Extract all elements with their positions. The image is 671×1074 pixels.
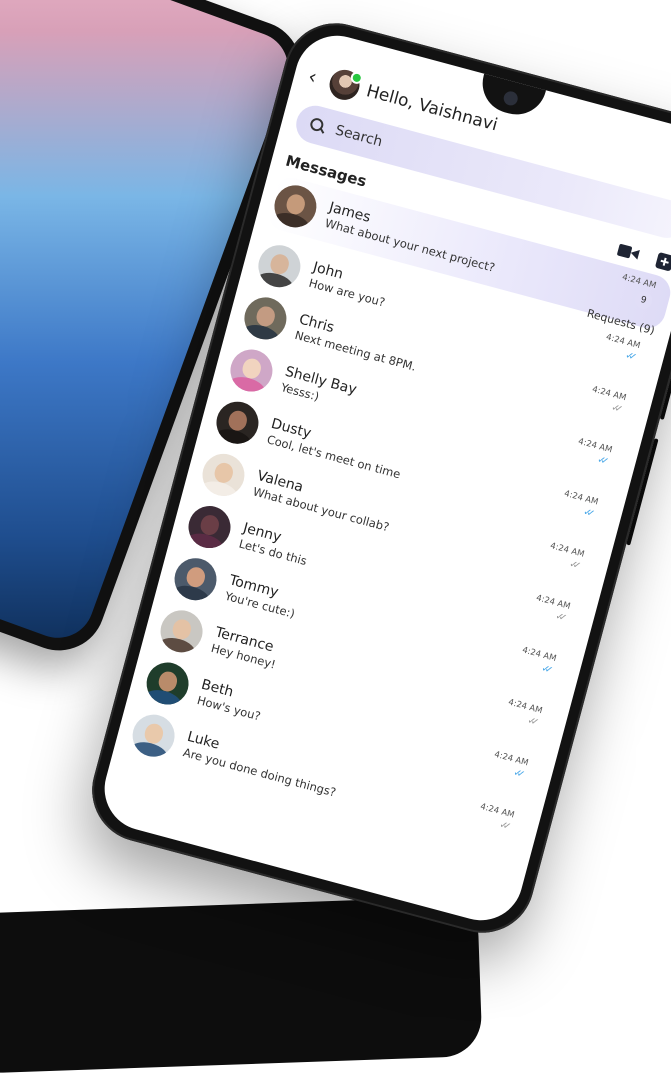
contact-avatar[interactable] bbox=[183, 501, 236, 553]
contact-avatar[interactable] bbox=[127, 709, 180, 762]
contact-avatar[interactable] bbox=[197, 449, 250, 501]
contact-avatar[interactable] bbox=[141, 657, 194, 710]
avatar-body bbox=[253, 269, 296, 292]
avatar-body bbox=[169, 582, 212, 605]
message-time: 4:24 AM bbox=[590, 384, 628, 404]
message-time: 4:24 AM bbox=[493, 749, 530, 769]
search-icon bbox=[309, 117, 326, 134]
contact-avatar[interactable] bbox=[239, 292, 292, 345]
contact-avatar[interactable] bbox=[211, 396, 264, 449]
avatar-body bbox=[211, 425, 254, 449]
online-indicator bbox=[349, 70, 365, 86]
add-square-icon[interactable] bbox=[654, 252, 671, 272]
avatar-body bbox=[155, 634, 198, 658]
avatar-body bbox=[127, 738, 170, 762]
contact-avatar[interactable] bbox=[169, 553, 222, 605]
message-time: 4:24 AM bbox=[548, 541, 586, 560]
avatar-body bbox=[141, 686, 184, 710]
message-time: 4:24 AM bbox=[604, 332, 642, 352]
contact-avatar[interactable] bbox=[225, 344, 278, 397]
video-camera-icon[interactable] bbox=[616, 241, 644, 265]
avatar-body bbox=[225, 373, 268, 397]
contact-avatar[interactable] bbox=[155, 605, 208, 658]
message-time: 4:24 AM bbox=[576, 436, 614, 456]
message-time: 4:24 AM bbox=[535, 593, 572, 612]
message-time: 4:24 AM bbox=[562, 488, 600, 508]
avatar-body bbox=[197, 478, 240, 501]
avatar-body bbox=[239, 321, 282, 345]
contact-avatar[interactable] bbox=[253, 240, 306, 292]
message-time: 4:24 AM bbox=[521, 645, 558, 665]
message-time: 4:24 AM bbox=[620, 272, 658, 292]
message-time: 4:24 AM bbox=[479, 801, 516, 821]
avatar-body bbox=[183, 530, 226, 553]
message-time: 4:24 AM bbox=[507, 697, 544, 717]
back-icon[interactable]: ‹ bbox=[306, 64, 326, 91]
background-phone-bottom bbox=[0, 895, 483, 1074]
user-avatar[interactable] bbox=[326, 66, 365, 104]
